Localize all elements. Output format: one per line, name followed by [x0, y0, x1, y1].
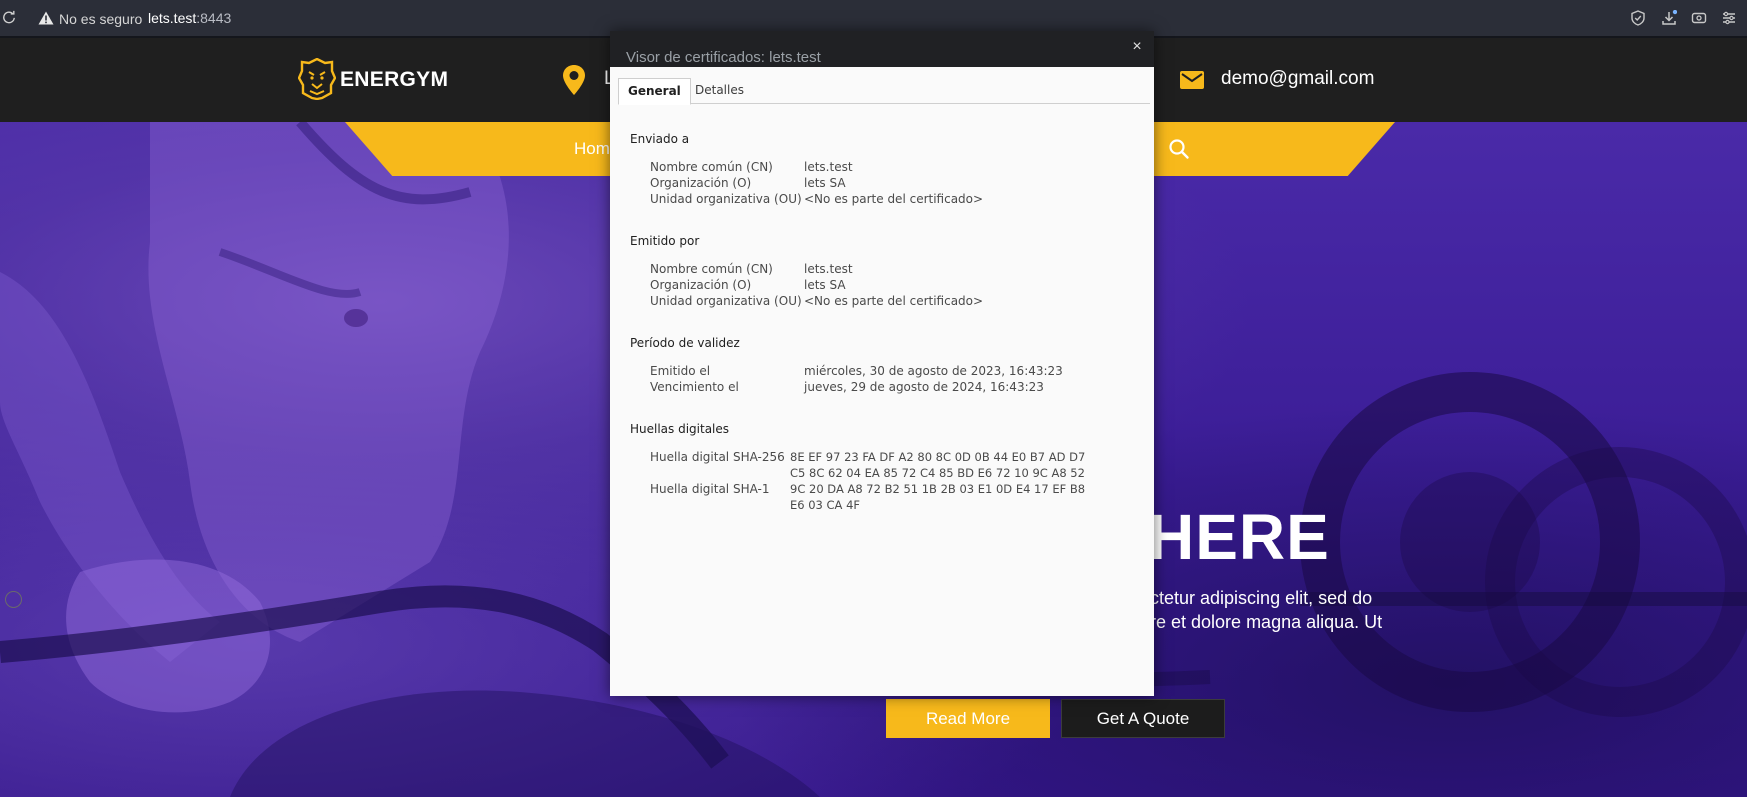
- url-port: :8443: [196, 10, 232, 26]
- nav-item-home[interactable]: Hom: [574, 139, 610, 159]
- close-icon[interactable]: ×: [1129, 39, 1145, 55]
- hero-description-line: ore et dolore magna aliqua. Ut: [1140, 612, 1383, 632]
- certificate-viewer-dialog: Visor de certificados: lets.test × Gener…: [610, 31, 1154, 696]
- sha1-value: 9C 20 DA A8 72 B2 51 1B 2B 03 E1 0D E4 1…: [790, 482, 1086, 496]
- section-heading-issued-to: Enviado a: [630, 132, 690, 146]
- sha256-value: 8E EF 97 23 FA DF A2 80 8C 0D 0B 44 E0 B…: [790, 450, 1086, 464]
- cursor-indicator: [5, 591, 22, 608]
- sha1-value: E6 03 CA 4F: [790, 498, 861, 512]
- dialog-content: General Detalles Enviado a Nombre común …: [610, 67, 1154, 696]
- read-more-button[interactable]: Read More: [886, 699, 1050, 738]
- field-label: Huella digital SHA-256: [650, 450, 785, 464]
- field-value: <No es parte del certificado>: [804, 192, 984, 206]
- field-value: lets.test: [804, 160, 853, 174]
- search-icon[interactable]: [1168, 138, 1190, 160]
- settings-icon[interactable]: [1721, 10, 1737, 26]
- field-label: Huella digital SHA-1: [650, 482, 770, 496]
- tab-bar: General Detalles: [618, 78, 1150, 105]
- dialog-title: Visor de certificados: lets.test: [626, 49, 821, 66]
- warning-icon[interactable]: [38, 11, 54, 25]
- sha256-value: C5 8C 62 04 EA 85 72 C4 85 BD E6 72 10 9…: [790, 466, 1085, 480]
- field-label: Unidad organizativa (OU): [650, 192, 802, 206]
- tab-details[interactable]: Detalles: [686, 78, 753, 104]
- section-heading-fingerprints: Huellas digitales: [630, 422, 730, 436]
- field-value: jueves, 29 de agosto de 2024, 16:43:23: [804, 380, 1044, 394]
- field-label: Vencimiento el: [650, 380, 739, 394]
- field-value: lets SA: [804, 278, 846, 292]
- reload-icon[interactable]: [2, 10, 16, 24]
- field-label: Nombre común (CN): [650, 160, 773, 174]
- hero-description-line: ectetur adipiscing elit, sed do: [1140, 588, 1373, 608]
- download-icon[interactable]: [1661, 10, 1677, 26]
- field-value: <No es parte del certificado>: [804, 294, 984, 308]
- section-heading-validity: Período de validez: [630, 336, 740, 350]
- shield-icon[interactable]: [1630, 10, 1646, 26]
- url-host: lets.test: [148, 10, 197, 26]
- lion-logo-icon[interactable]: [298, 58, 336, 100]
- wallet-icon[interactable]: [1691, 10, 1707, 26]
- field-label: Nombre común (CN): [650, 262, 773, 276]
- field-label: Organización (O): [650, 278, 752, 292]
- field-value: lets SA: [804, 176, 846, 190]
- section-heading-issued-by: Emitido por: [630, 234, 700, 248]
- get-quote-button[interactable]: Get A Quote: [1061, 699, 1225, 738]
- brand-name[interactable]: ENERGYM: [340, 68, 448, 92]
- location-pin-icon: [563, 65, 585, 95]
- tab-general[interactable]: General: [618, 78, 691, 105]
- address-bar[interactable]: lets.test:8443: [148, 10, 231, 26]
- hero-title: HERE: [1148, 501, 1330, 573]
- not-secure-label[interactable]: No es seguro: [59, 11, 142, 27]
- email-link[interactable]: demo@gmail.com: [1221, 68, 1374, 90]
- field-value: miércoles, 30 de agosto de 2023, 16:43:2…: [804, 364, 1063, 378]
- field-label: Organización (O): [650, 176, 752, 190]
- mail-icon: [1180, 71, 1204, 89]
- field-label: Unidad organizativa (OU): [650, 294, 802, 308]
- field-value: lets.test: [804, 262, 853, 276]
- field-label: Emitido el: [650, 364, 711, 378]
